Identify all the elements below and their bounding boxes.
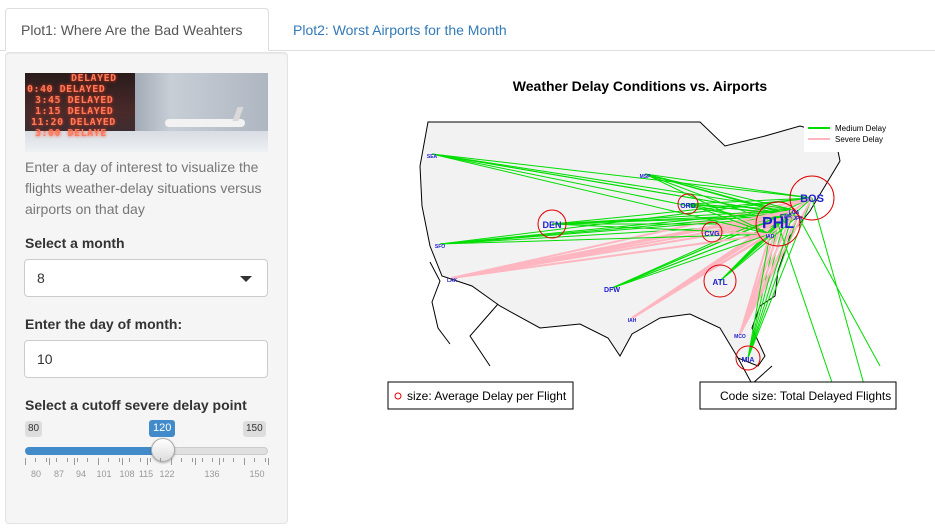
airport-code: JFK <box>793 216 803 222</box>
slider-tick <box>219 458 221 465</box>
month-select-value: 8 <box>37 270 45 286</box>
slider-tick <box>195 458 197 465</box>
airport-code: IAH <box>628 318 637 324</box>
slider-tick <box>122 458 124 465</box>
intro-text: Enter a day of interest to visualize the… <box>25 159 262 217</box>
airport-code: ATL <box>713 278 728 287</box>
board-line: DELAYED <box>71 73 117 84</box>
slider-tick <box>108 458 110 462</box>
code-note-text: Code size: Total Delayed Flights <box>720 389 891 403</box>
airport-code: MIA <box>742 357 755 364</box>
airport-code: ORD <box>680 203 696 210</box>
slider-tick <box>45 458 47 462</box>
slider-tick <box>254 458 256 462</box>
slider-tick <box>25 458 26 465</box>
slider-tick <box>73 458 75 465</box>
slider-ticks <box>25 458 269 468</box>
slider-tick <box>49 458 51 465</box>
sidebar-panel: DELAYED 0:40 DELAYED 3:45 DELAYED 1:15 D… <box>5 52 288 524</box>
plot-legend <box>804 116 896 152</box>
slider-tick <box>146 458 148 465</box>
month-label: Select a month <box>25 235 125 251</box>
board-line: 0:40 DELAYED <box>27 84 106 95</box>
slider-tick <box>56 458 58 462</box>
chevron-down-icon <box>240 276 252 282</box>
legend-severe-label: Severe Delay <box>835 135 883 144</box>
slider-tick <box>243 458 245 465</box>
weather-delay-map-plot: Weather Delay Conditions vs. Airports DE… <box>380 66 910 416</box>
slider-tick-label: 136 <box>204 469 220 479</box>
slider-tick <box>181 458 183 462</box>
airport-code: SFO <box>435 244 445 250</box>
slider-tick <box>149 458 151 462</box>
slider-tick <box>233 458 235 462</box>
day-input[interactable]: 10 <box>24 340 268 378</box>
board-line: 3:45 DELAYED <box>35 95 114 106</box>
slider-max-label: 150 <box>243 421 266 437</box>
slider-tick <box>139 458 141 462</box>
slider-tick <box>268 458 269 465</box>
legend-medium-label: Medium Delay <box>835 124 886 133</box>
slider-tick <box>264 458 266 462</box>
airport-code: MCO <box>734 334 746 340</box>
board-line: 3:00 DELAYE <box>35 128 107 139</box>
slider-tick <box>35 458 37 462</box>
slider-tick <box>191 458 193 462</box>
slider-tick-label: 87 <box>53 469 65 479</box>
delayed-board-image: DELAYED 0:40 DELAYED 3:45 DELAYED 1:15 D… <box>25 73 268 152</box>
slider-value-label: 120 <box>149 420 176 437</box>
airport-code: LAX <box>447 278 458 284</box>
airport-code: IAD <box>766 234 775 240</box>
airport-code: DEN <box>542 220 561 230</box>
slider-tick <box>202 458 204 462</box>
slider-tick-label: 122 <box>159 469 175 479</box>
slider-min-label: 80 <box>25 421 43 437</box>
airport-code: MSP <box>640 174 652 180</box>
day-label: Enter the day of month: <box>25 316 183 332</box>
board-line: 1:15 DELAYED <box>35 106 114 117</box>
board-line: 11:20 DELAYED <box>31 117 116 128</box>
slider-tick-label: 115 <box>138 469 154 479</box>
month-select[interactable]: 8 <box>24 259 268 297</box>
airport-code: CVG <box>704 231 720 238</box>
size-note-text: size: Average Delay per Flight <box>407 389 567 403</box>
slider-tick-label: 101 <box>96 469 112 479</box>
airport-code: DFW <box>604 287 620 294</box>
slider-tick <box>77 458 79 462</box>
tab-plot2[interactable]: Plot2: Worst Airports for the Month <box>277 8 523 51</box>
slider-tick <box>97 458 99 465</box>
slider-tick <box>160 458 162 462</box>
slider-tick <box>222 458 224 462</box>
slider-tick <box>87 458 89 462</box>
tab-bar: Plot1: Where Are the Bad Weahters Plot2:… <box>0 0 935 51</box>
slider-tick <box>118 458 120 462</box>
slider-tick <box>170 458 172 465</box>
airport-code: SEA <box>427 154 438 160</box>
airport-code: BOS <box>800 193 824 205</box>
plot-title: Weather Delay Conditions vs. Airports <box>513 78 768 94</box>
day-input-value: 10 <box>37 351 53 367</box>
slider-tick <box>66 458 68 462</box>
slider-tick-label: 150 <box>249 469 265 479</box>
slider-tick-label: 94 <box>75 469 87 479</box>
cutoff-label: Select a cutoff severe delay point <box>25 397 247 413</box>
slider-tick <box>212 458 214 462</box>
slider-tick-label: 80 <box>30 469 42 479</box>
slider-fill <box>25 447 165 455</box>
slider-tick-label: 108 <box>119 469 135 479</box>
slider-tick <box>129 458 131 462</box>
tab-plot1[interactable]: Plot1: Where Are the Bad Weahters <box>5 8 269 51</box>
